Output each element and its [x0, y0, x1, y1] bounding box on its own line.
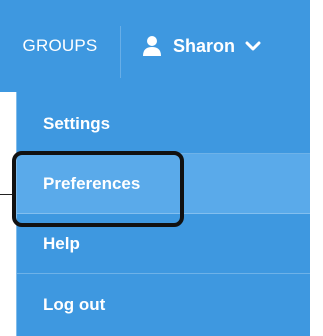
chevron-down-icon	[245, 41, 261, 51]
groups-label: GROUPS	[22, 36, 98, 55]
groups-nav-link[interactable]: GROUPS	[0, 0, 120, 92]
menu-item-logout[interactable]: Log out	[17, 275, 311, 335]
annotation-pointer-line	[0, 194, 12, 195]
user-dropdown-menu: Settings Preferences Help Log out	[16, 92, 311, 336]
menu-item-label: Settings	[43, 113, 111, 133]
top-navbar: GROUPS Sharon	[0, 0, 310, 92]
screenshot-stage: GROUPS Sharon Settings Preferences Help …	[0, 0, 323, 336]
menu-item-label: Help	[43, 233, 80, 253]
user-name: Sharon	[173, 35, 236, 56]
menu-item-label: Log out	[43, 295, 106, 314]
user-icon	[143, 36, 161, 56]
menu-item-preferences[interactable]: Preferences	[17, 154, 311, 214]
page-right-edge	[310, 0, 323, 336]
menu-item-settings[interactable]: Settings	[17, 94, 311, 154]
user-menu-toggle[interactable]: Sharon	[142, 0, 261, 92]
menu-item-label: Preferences	[43, 173, 141, 193]
nav-divider	[120, 26, 121, 78]
menu-item-help[interactable]: Help	[17, 214, 311, 274]
